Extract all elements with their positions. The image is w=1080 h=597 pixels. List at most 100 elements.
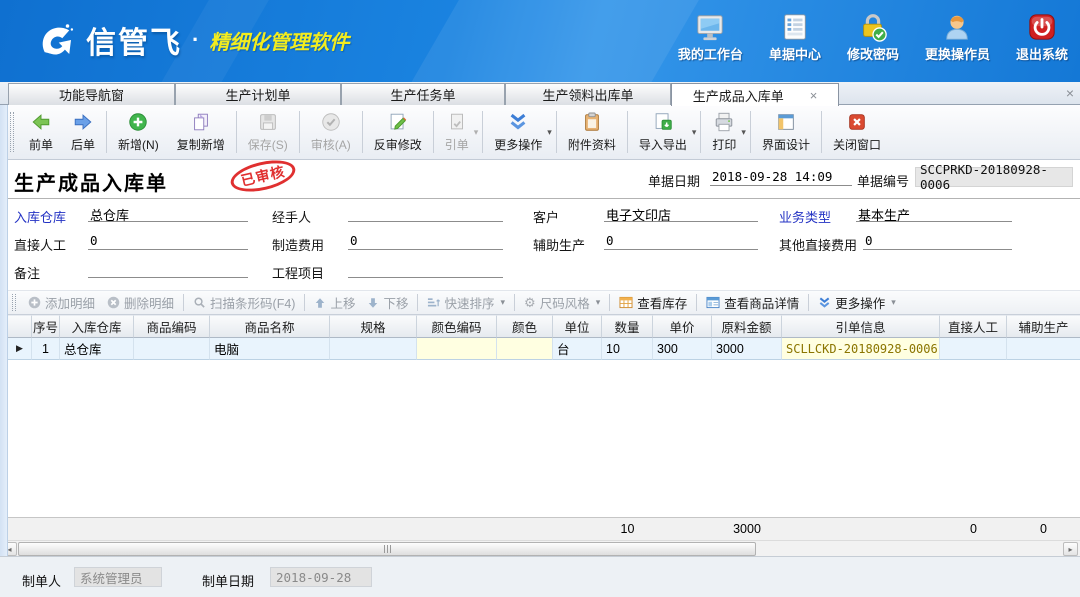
sort-bars-icon [427, 296, 440, 309]
col-header-color[interactable]: 颜色 [497, 315, 553, 338]
cell-product-code[interactable] [134, 338, 210, 360]
cell-unit[interactable]: 台 [553, 338, 602, 360]
table-row: ▶ 1 总仓库 电脑 台 10 300 3000 SCLLCKD-2018092… [8, 338, 1080, 360]
manufacture-cost-field[interactable]: 0 [348, 232, 503, 250]
attachment-button[interactable]: 附件资料 [559, 108, 625, 156]
nav-switch-operator[interactable]: 更换操作员 [925, 12, 990, 63]
more-operations-button[interactable]: 更多操作 [485, 108, 551, 156]
cell-seq[interactable]: 1 [32, 338, 60, 360]
biz-type-field[interactable]: 基本生产 [856, 204, 1012, 222]
tab-production-task[interactable]: 生产任务单 [341, 83, 505, 105]
scrollbar-thumb[interactable] [18, 542, 756, 556]
cell-color[interactable] [497, 338, 553, 360]
view-product-detail-button[interactable]: 查看商品详情 [700, 291, 805, 314]
scroll-right-button[interactable]: ▸ [1063, 542, 1078, 556]
quick-sort-button[interactable]: 快速排序 ▾ [421, 291, 511, 314]
col-header-seq[interactable]: 序号 [32, 315, 60, 338]
cell-ref-info[interactable]: SCLLCKD-20180928-0006 [782, 338, 940, 360]
delete-detail-button[interactable]: 删除明细 [101, 291, 180, 314]
cell-qty[interactable]: 10 [602, 338, 653, 360]
detailbar-separator [514, 294, 515, 311]
manufacture-cost-label: 制造费用 [272, 235, 324, 254]
move-up-button[interactable]: 上移 [308, 291, 361, 314]
tab-material-out[interactable]: 生产领料出库单 [505, 83, 671, 105]
nav-exit-system[interactable]: 退出系统 [1016, 12, 1068, 63]
unaudit-edit-button[interactable]: 反审修改 [365, 108, 431, 156]
remark-field[interactable] [88, 260, 248, 278]
doc-date-field[interactable]: 2018-09-28 14:09 [710, 168, 852, 186]
nav-doc-center[interactable]: 单据中心 [769, 12, 821, 63]
aux-production-field[interactable]: 0 [604, 232, 758, 250]
close-window-button[interactable]: 关闭窗口 [824, 108, 890, 156]
pull-doc-dropdown-icon[interactable]: ▾ [474, 127, 479, 138]
next-doc-button[interactable]: 后单 [62, 108, 104, 156]
nav-my-workbench[interactable]: 我的工作台 [678, 12, 743, 63]
cell-warehouse[interactable]: 总仓库 [60, 338, 134, 360]
col-header-ref-info[interactable]: 引单信息 [782, 315, 940, 338]
ui-design-button[interactable]: 界面设计 [753, 108, 819, 156]
tab-close-icon[interactable]: × [810, 89, 818, 102]
other-cost-field[interactable]: 0 [863, 232, 1012, 250]
add-detail-button[interactable]: 添加明细 [22, 291, 101, 314]
col-header-aux-production[interactable]: 辅助生产 [1007, 315, 1080, 338]
tab-production-plan[interactable]: 生产计划单 [175, 83, 341, 105]
print-dropdown-icon[interactable]: ▾ [741, 127, 746, 138]
nav-label: 退出系统 [1016, 44, 1068, 63]
warehouse-field[interactable]: 总仓库 [88, 204, 248, 222]
cell-material-amount[interactable]: 3000 [712, 338, 782, 360]
col-header-product-code[interactable]: 商品编码 [134, 315, 210, 338]
cell-price[interactable]: 300 [653, 338, 712, 360]
nav-label: 单据中心 [769, 44, 821, 63]
copy-add-button[interactable]: 复制新增 [168, 108, 234, 156]
col-header-product-name[interactable]: 商品名称 [210, 315, 330, 338]
brand-slogan: 精细化管理软件 [209, 26, 349, 55]
view-stock-button[interactable]: 查看库存 [613, 291, 693, 314]
move-down-button[interactable]: 下移 [361, 291, 414, 314]
edit-pencil-icon [387, 111, 409, 133]
size-style-button[interactable]: ⚙ 尺码风格 ▾ [518, 291, 606, 314]
prev-doc-button[interactable]: 前单 [20, 108, 62, 156]
col-header-direct-labor[interactable]: 直接人工 [940, 315, 1007, 338]
nav-label: 更换操作员 [925, 44, 990, 63]
aux-production-label: 辅助生产 [533, 235, 585, 254]
detailbar-separator [417, 294, 418, 311]
pull-doc-button[interactable]: 引单 [436, 108, 478, 156]
tab-finished-in-active[interactable]: 生产成品入库单 × [671, 83, 839, 106]
cell-direct-labor[interactable] [940, 338, 1007, 360]
scan-barcode-button[interactable]: 扫描条形码(F4) [187, 291, 301, 314]
direct-labor-field[interactable]: 0 [88, 232, 248, 250]
title-divider [0, 198, 1080, 199]
col-header-unit[interactable]: 单位 [553, 315, 602, 338]
print-button[interactable]: 打印 [703, 108, 745, 156]
cell-spec[interactable] [330, 338, 417, 360]
add-new-button[interactable]: 新增(N) [109, 108, 168, 156]
col-header-warehouse[interactable]: 入库仓库 [60, 315, 134, 338]
import-export-dropdown-icon[interactable]: ▾ [692, 127, 697, 138]
col-header-material-amount[interactable]: 原料金额 [712, 315, 782, 338]
row-indicator-icon: ▶ [16, 343, 23, 354]
col-header-qty[interactable]: 数量 [602, 315, 653, 338]
power-icon [1027, 12, 1057, 42]
tabstrip-close-icon[interactable]: × [1066, 85, 1074, 101]
import-export-button[interactable]: 导入导出 [630, 108, 696, 156]
handler-field[interactable] [348, 204, 503, 222]
project-field[interactable] [348, 260, 503, 278]
tab-nav-window[interactable]: 功能导航窗 [8, 83, 175, 105]
cell-aux-production[interactable] [1007, 338, 1080, 360]
detail-more-operations-button[interactable]: 更多操作 ▾ [812, 291, 902, 314]
grid-summary-row: 10 3000 0 0 [0, 517, 1080, 540]
detailbar-grip[interactable] [12, 294, 16, 311]
nav-change-password[interactable]: 修改密码 [847, 12, 899, 63]
customer-field[interactable]: 电子文印店 [604, 204, 758, 222]
clipboard-icon [581, 111, 603, 133]
audit-button[interactable]: 审核(A) [302, 108, 360, 156]
cell-color-code[interactable] [417, 338, 497, 360]
col-header-spec[interactable]: 规格 [330, 315, 417, 338]
more-operations-dropdown-icon[interactable]: ▾ [547, 127, 552, 138]
save-button[interactable]: 保存(S) [239, 108, 297, 156]
cell-product-name[interactable]: 电脑 [210, 338, 330, 360]
horizontal-scrollbar[interactable]: ◂ ▸ [0, 540, 1080, 556]
col-header-price[interactable]: 单价 [653, 315, 712, 338]
toolbar-grip[interactable] [10, 112, 14, 152]
col-header-color-code[interactable]: 颜色编码 [417, 315, 497, 338]
